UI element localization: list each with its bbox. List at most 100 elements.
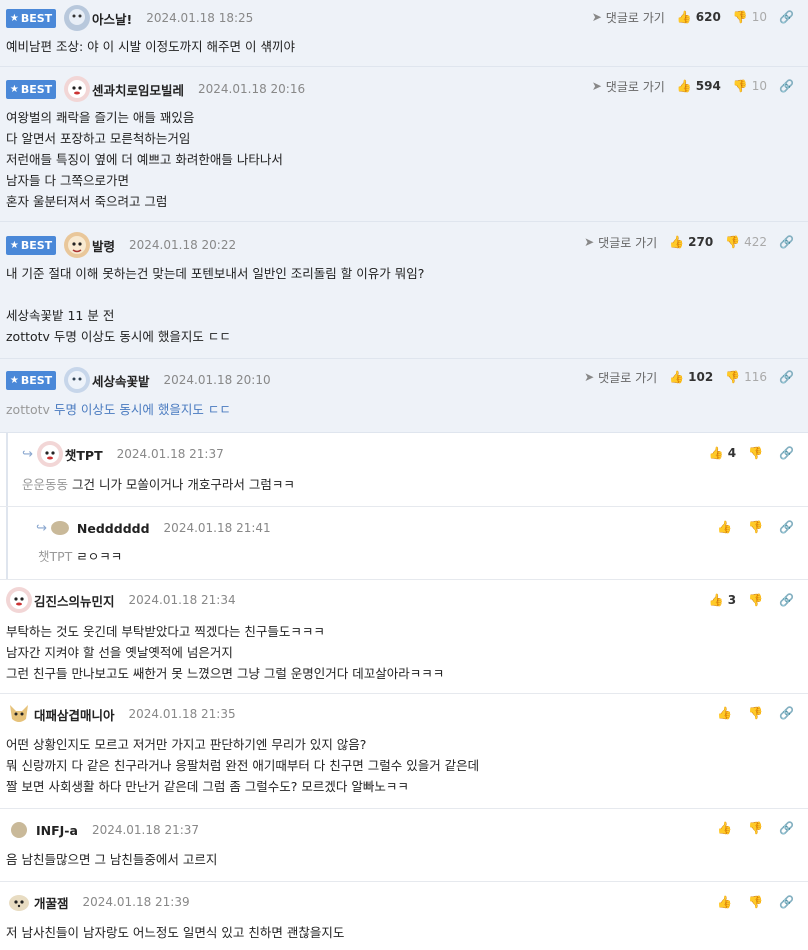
link-button[interactable]: 🔗 <box>779 370 798 384</box>
go-to-reply-button[interactable]: ➤ 댓글로 가기 <box>592 9 665 26</box>
link-icon: 🔗 <box>779 593 794 607</box>
avatar[interactable] <box>64 367 90 393</box>
best-badge: ★ BEST <box>6 370 56 390</box>
author-nick[interactable]: 개꿀잼 <box>34 893 69 912</box>
downvote-button[interactable]: 👎 10 <box>733 79 767 93</box>
link-button[interactable]: 🔗 <box>779 593 798 607</box>
thumbs-up-icon: 👍 <box>676 79 692 93</box>
comment-date: 2024.01.18 21:41 <box>163 521 271 535</box>
comment-body: 내 기준 절대 이해 못하는건 맞는데 포텐보내서 일반인 조리돌림 할 이유가… <box>6 266 425 344</box>
avatar[interactable] <box>64 76 90 102</box>
star-icon: ★ <box>9 374 19 386</box>
thumbs-up-icon: 👍 <box>717 821 733 835</box>
reply-indent-bar <box>6 433 8 506</box>
link-icon: 🔗 <box>779 235 794 249</box>
link-icon: 🔗 <box>779 895 794 909</box>
avatar[interactable] <box>64 232 90 258</box>
upvote-button[interactable]: 👍 <box>717 520 736 534</box>
link-button[interactable]: 🔗 <box>779 446 798 460</box>
avatar[interactable] <box>10 821 28 839</box>
reply-indent-bar <box>6 507 8 579</box>
reply-target-tag[interactable]: 운운동동 <box>22 477 68 492</box>
upvote-button[interactable]: 👍 270 <box>669 235 713 249</box>
link-icon: 🔗 <box>779 821 794 835</box>
author-nick[interactable]: 센과치로임모빌레 <box>92 80 184 99</box>
avatar[interactable] <box>50 519 69 537</box>
go-to-reply-button[interactable]: ➤ 댓글로 가기 <box>592 78 665 95</box>
author-nick[interactable]: Nedddddd <box>77 521 150 536</box>
thumbs-down-icon: 👎 <box>748 593 764 607</box>
comment-body: 예비남편 조상: 야 이 시발 이정도까지 해주면 이 섂끼야 <box>6 39 295 54</box>
link-icon: 🔗 <box>779 10 794 24</box>
arrow-icon: ➤ <box>591 79 602 93</box>
comment-date: 2024.01.18 20:10 <box>163 373 271 387</box>
downvote-button[interactable]: 👎 <box>748 706 767 720</box>
thumbs-up-icon: 👍 <box>676 10 692 24</box>
go-to-reply-button[interactable]: ➤ 댓글로 가기 <box>584 369 657 386</box>
upvote-button[interactable]: 👍 3 <box>709 593 736 607</box>
avatar[interactable] <box>6 701 32 727</box>
comment-item: ↪ 챗TPT 2024.01.18 21:37 👍 4 👎 🔗 운운동동 그건 니… <box>0 433 808 507</box>
reply-arrow-icon: ↪ <box>36 520 47 536</box>
comment-body: 음 남친들많으면 그 남친들중에서 고르지 <box>6 852 218 867</box>
comment-body: zottotv 두명 이상도 동시에 했을지도 ㄷㄷ <box>6 402 231 417</box>
downvote-button[interactable]: 👎 116 <box>725 370 767 384</box>
link-icon: 🔗 <box>779 79 794 93</box>
downvote-button[interactable]: 👎 <box>748 520 767 534</box>
link-button[interactable]: 🔗 <box>779 706 798 720</box>
author-nick[interactable]: 김진스의뉴민지 <box>34 591 115 610</box>
arrow-icon: ➤ <box>584 235 595 249</box>
link-button[interactable]: 🔗 <box>779 821 798 835</box>
link-icon: 🔗 <box>779 520 794 534</box>
upvote-button[interactable]: 👍 594 <box>677 79 721 93</box>
comment-date: 2024.01.18 21:37 <box>91 823 200 837</box>
link-button[interactable]: 🔗 <box>779 10 798 24</box>
upvote-button[interactable]: 👍 4 <box>709 446 736 460</box>
thumbs-down-icon: 👎 <box>732 79 748 93</box>
comment-item: ★ BEST 세상속꽃밭 2024.01.18 20:10 ➤ 댓글로 가기 👍 10… <box>0 359 808 433</box>
link-button[interactable]: 🔗 <box>779 235 798 249</box>
downvote-button[interactable]: 👎 <box>748 895 767 909</box>
go-to-reply-button[interactable]: ➤ 댓글로 가기 <box>584 234 657 251</box>
comment-body: 챗TPT ㄹㅇㅋㅋ <box>38 549 123 564</box>
upvote-button[interactable]: 👍 <box>717 895 736 909</box>
comment-date: 2024.01.18 21:39 <box>82 895 190 909</box>
downvote-button[interactable]: 👎 <box>748 821 767 835</box>
reply-target-tag[interactable]: zottotv <box>6 402 50 417</box>
best-badge: ★ BEST <box>6 8 56 28</box>
upvote-button[interactable]: 👍 102 <box>669 370 713 384</box>
avatar[interactable] <box>6 587 32 613</box>
downvote-button[interactable]: 👎 <box>748 593 767 607</box>
upvote-button[interactable]: 👍 620 <box>677 10 721 24</box>
link-icon: 🔗 <box>779 370 794 384</box>
avatar[interactable] <box>36 441 63 467</box>
comment-item: INFJ-a 2024.01.18 21:37 👍 👎 🔗 음 남친들많으면 그… <box>0 809 808 882</box>
avatar[interactable] <box>64 5 90 31</box>
thumbs-up-icon: 👍 <box>708 446 724 460</box>
downvote-button[interactable]: 👎 <box>748 446 767 460</box>
upvote-button[interactable]: 👍 <box>717 706 736 720</box>
comment-date: 2024.01.18 18:25 <box>146 11 254 25</box>
comment-body: 여왕벌의 쾌락을 즐기는 애들 꽤있음 다 알면서 포장하고 모른척하는거임 저런애… <box>6 110 283 209</box>
comment-body: 운운동동 그건 니가 모쏠이거나 개호구라서 그럼ㅋㅋ <box>22 477 295 492</box>
reply-arrow-icon: ↪ <box>22 446 33 462</box>
link-button[interactable]: 🔗 <box>779 895 798 909</box>
author-nick[interactable]: 발령 <box>92 236 115 255</box>
reply-target-tag[interactable]: 챗TPT <box>38 549 72 564</box>
author-nick[interactable]: 아스날! <box>92 9 132 28</box>
thumbs-down-icon: 👎 <box>748 520 764 534</box>
author-nick[interactable]: 챗TPT <box>65 445 103 464</box>
thumbs-up-icon: 👍 <box>669 235 685 249</box>
author-nick[interactable]: 대패삼겹매니아 <box>34 705 115 724</box>
avatar[interactable] <box>6 889 32 915</box>
downvote-button[interactable]: 👎 10 <box>733 10 767 24</box>
link-button[interactable]: 🔗 <box>779 79 798 93</box>
upvote-button[interactable]: 👍 <box>717 821 736 835</box>
comment-date: 2024.01.18 21:34 <box>128 593 236 607</box>
downvote-button[interactable]: 👎 422 <box>725 235 767 249</box>
comment-item: ★ BEST 센과치로임모빌레 2024.01.18 20:16 ➤ 댓글로 가기 … <box>0 67 808 222</box>
author-nick[interactable]: 세상속꽃밭 <box>92 371 150 390</box>
author-nick[interactable]: INFJ-a <box>36 823 78 838</box>
thumbs-down-icon: 👎 <box>748 446 764 460</box>
link-button[interactable]: 🔗 <box>779 520 798 534</box>
